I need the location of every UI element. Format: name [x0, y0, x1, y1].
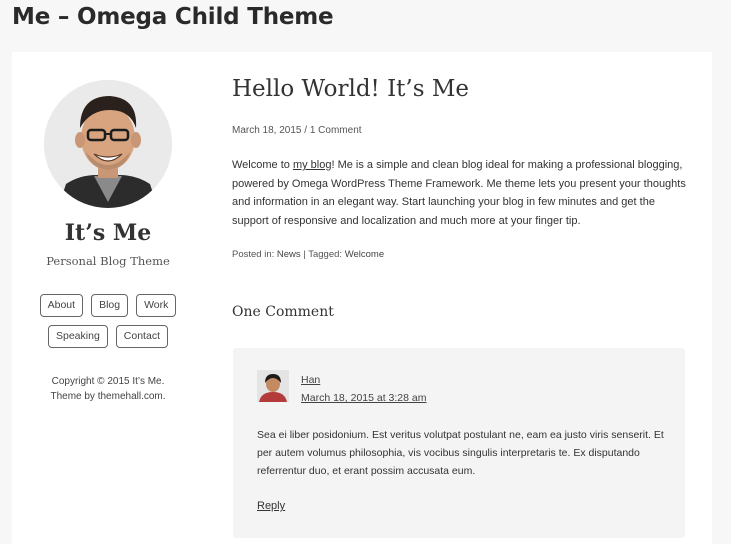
comments-title: One Comment — [232, 304, 334, 320]
comment: Han March 18, 2015 at 3:28 am Sea ei lib… — [233, 348, 685, 538]
category-link[interactable]: News — [277, 249, 301, 260]
comment-count-link[interactable]: 1 Comment — [310, 125, 362, 136]
site-frame: It’s Me Personal Blog Theme About Blog W… — [12, 52, 712, 544]
comment-author-link[interactable]: Han — [301, 374, 320, 386]
comment-text: Sea ei liber posidonium. Est veritus vol… — [257, 429, 664, 477]
post-taxonomy: Posted in: News | Tagged: Welcome — [232, 249, 384, 260]
copyright-line: Copyright © 2015 It’s Me. — [51, 376, 165, 387]
page-title: Me – Omega Child Theme — [12, 4, 334, 30]
meta-separator: / — [304, 125, 308, 136]
site-description: Personal Blog Theme — [46, 254, 170, 268]
excerpt-text-start: Welcome to — [232, 159, 293, 171]
nav-item-work[interactable]: Work — [136, 294, 177, 317]
site-title: It’s Me — [64, 220, 152, 246]
main-navigation: About Blog Work Speaking Contact — [12, 294, 204, 348]
comment-date-link[interactable]: March 18, 2015 at 3:28 am — [301, 392, 427, 404]
nav-item-speaking[interactable]: Speaking — [48, 325, 108, 348]
author-avatar — [44, 80, 172, 208]
reply-link[interactable]: Reply — [257, 500, 285, 512]
copyright: Copyright © 2015 It’s Me. Theme by theme… — [12, 374, 204, 404]
commenter-avatar — [257, 370, 289, 402]
post-excerpt: Welcome to my blog! Me is a simple and c… — [232, 156, 690, 230]
nav-item-blog[interactable]: Blog — [91, 294, 129, 317]
my-blog-link[interactable]: my blog — [293, 159, 332, 171]
posted-in-label: Posted in: — [232, 249, 275, 260]
theme-credit: Theme by themehall.com. — [50, 391, 166, 402]
tagged-label: Tagged: — [308, 249, 343, 260]
tag-link[interactable]: Welcome — [345, 249, 384, 260]
post-date[interactable]: March 18, 2015 — [232, 125, 302, 136]
nav-item-about[interactable]: About — [39, 294, 84, 317]
post-title[interactable]: Hello World! It’s Me — [232, 76, 469, 102]
post-meta: March 18, 2015 / 1 Comment — [232, 125, 362, 136]
nav-item-contact[interactable]: Contact — [115, 325, 168, 348]
